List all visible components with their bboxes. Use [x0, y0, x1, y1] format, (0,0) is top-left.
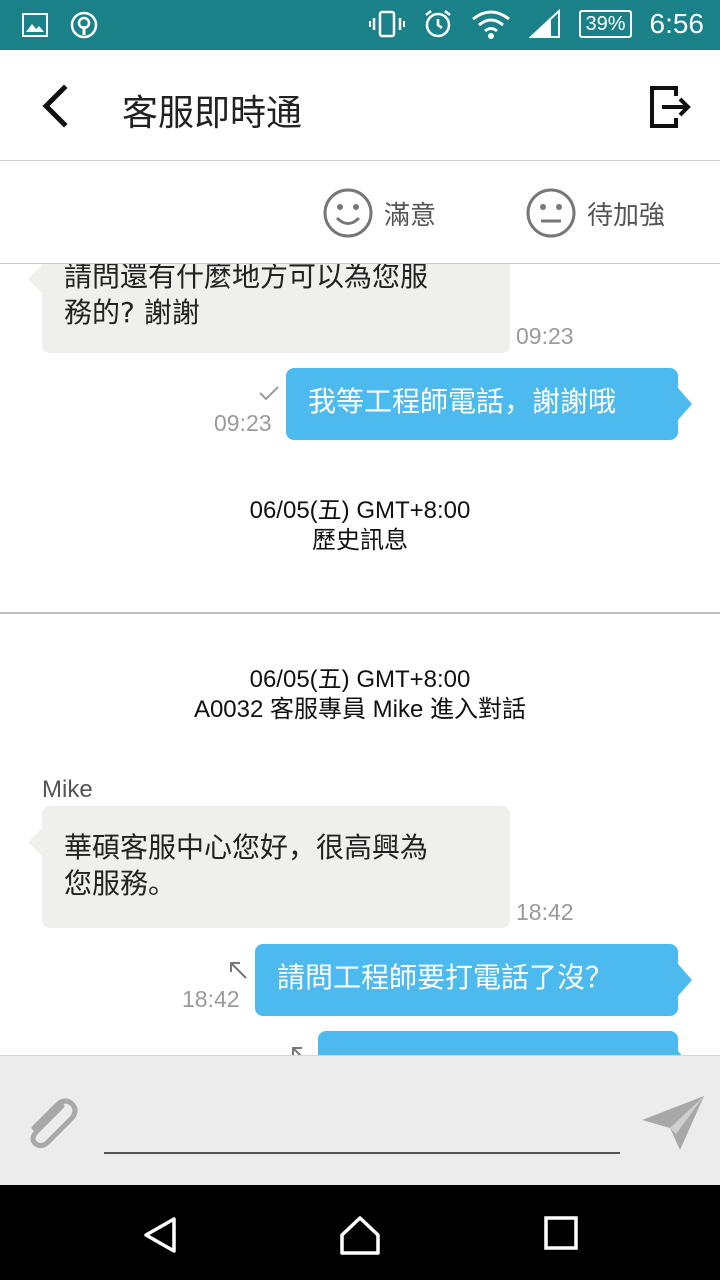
- app-bar: 客服即時通: [0, 50, 720, 161]
- sending-arrow-icon: [230, 962, 247, 979]
- sending-arrow-icon: [292, 1047, 302, 1055]
- clock: 6:56: [649, 8, 705, 39]
- system-info: 06/05(五) GMT+8:00 A0032 客服專員 Mike 進入對話: [0, 665, 720, 725]
- message-input[interactable]: [104, 1108, 620, 1154]
- signal-icon: [529, 9, 561, 38]
- check-icon: [259, 386, 279, 401]
- navigation-bar: [0, 1185, 720, 1280]
- satisfied-button[interactable]: 滿意: [322, 187, 436, 239]
- attach-button[interactable]: [18, 1090, 82, 1154]
- paperclip-icon: [30, 1098, 78, 1149]
- outgoing-message: 我等工程師電話，謝謝哦: [286, 368, 692, 440]
- chevron-left-icon: [42, 84, 68, 128]
- message-line: 華碩客服中心您好，很高興為: [64, 831, 429, 864]
- message-line: 務的? 謝謝: [64, 296, 200, 329]
- outgoing-message: [318, 1031, 692, 1055]
- incoming-message: 請問還有什麼地方可以為您服 務的? 謝謝: [28, 263, 510, 353]
- improve-label: 待加強: [587, 200, 666, 231]
- nav-back-button[interactable]: [140, 1215, 180, 1259]
- status-bar: 39% 6:56: [0, 0, 720, 50]
- neutral-face-icon: [526, 188, 576, 238]
- system-info: 06/05(五) GMT+8:00 歷史訊息: [0, 496, 720, 556]
- exit-icon: [650, 86, 691, 128]
- vibrate-icon: [369, 10, 406, 38]
- home-icon: [340, 1216, 380, 1255]
- alarm-icon: [425, 10, 452, 38]
- image-icon: [22, 13, 48, 37]
- wifi-icon: [472, 10, 511, 39]
- nav-home-button[interactable]: [338, 1215, 382, 1261]
- nav-recents-button[interactable]: [543, 1215, 579, 1255]
- system-text: 歷史訊息: [312, 527, 408, 554]
- message-line: 您服務。: [64, 867, 177, 900]
- satisfied-label: 滿意: [384, 200, 437, 231]
- message-time: 18:42: [516, 899, 574, 925]
- system-date: 06/05(五) GMT+8:00: [249, 497, 471, 524]
- message-time: 18:42: [182, 986, 240, 1012]
- input-bar: [0, 1055, 720, 1186]
- incoming-message: 華碩客服中心您好，很高興為 您服務。: [28, 806, 510, 928]
- message-time: 09:23: [214, 410, 272, 436]
- system-date: 06/05(五) GMT+8:00: [249, 666, 471, 693]
- divider: [0, 612, 720, 614]
- send-button[interactable]: [640, 1094, 706, 1152]
- system-text: A0032 客服專員 Mike 進入對話: [193, 696, 527, 723]
- square-recents-icon: [544, 1216, 578, 1250]
- exit-button[interactable]: [648, 84, 694, 130]
- smile-face-icon: [323, 188, 373, 238]
- battery-icon: 39%: [579, 10, 632, 38]
- send-icon: [642, 1096, 704, 1150]
- message-time: 09:23: [516, 323, 574, 349]
- back-button[interactable]: [36, 82, 76, 130]
- sender-name: Mike: [42, 776, 93, 803]
- outgoing-message: 請問工程師要打電話了沒？: [255, 944, 692, 1016]
- rating-bar: 滿意 待加強: [0, 161, 720, 264]
- improve-button[interactable]: 待加強: [525, 187, 665, 239]
- chat-area[interactable]: 請問還有什麼地方可以為您服 務的? 謝謝 09:23 09:23 我等工程師電話…: [0, 263, 720, 1055]
- triangle-back-icon: [144, 1217, 176, 1253]
- message-line: 請問還有什麼地方可以為您服: [64, 263, 429, 293]
- broadcast-icon: [70, 11, 98, 39]
- page-title: 客服即時通: [122, 93, 303, 134]
